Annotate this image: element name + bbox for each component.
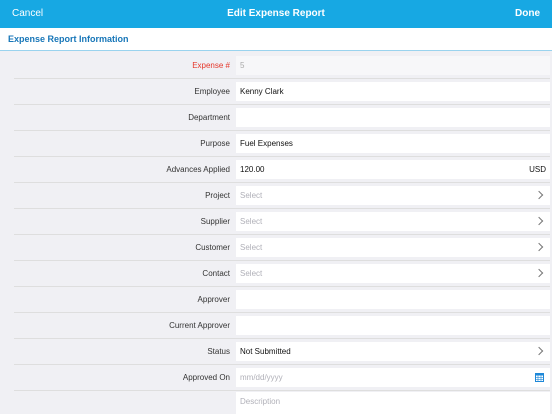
description-placeholder: Description <box>240 397 281 406</box>
calendar-icon[interactable] <box>535 373 544 382</box>
current-approver-field[interactable] <box>236 316 550 335</box>
advances-applied-field[interactable]: 120.00 USD <box>236 160 550 179</box>
row-supplier: Supplier Select <box>14 209 550 235</box>
project-label: Project <box>205 191 230 200</box>
project-placeholder: Select <box>240 191 263 200</box>
row-purpose: Purpose Fuel Expenses <box>14 131 550 157</box>
approved-on-field[interactable]: mm/dd/yyyy <box>236 368 550 387</box>
chevron-right-icon <box>534 190 544 200</box>
row-current-approver: Current Approver <box>14 313 550 339</box>
row-status: Status Not Submitted <box>14 339 550 365</box>
approved-on-placeholder: mm/dd/yyyy <box>240 373 283 382</box>
advances-applied-label: Advances Applied <box>166 165 230 174</box>
section-title: Expense Report Information <box>8 34 129 44</box>
row-project: Project Select <box>14 183 550 209</box>
form: Expense # 5 Employee Kenny Clark Departm… <box>14 53 550 414</box>
current-approver-label: Current Approver <box>169 321 230 330</box>
employee-label: Employee <box>194 87 230 96</box>
employee-field[interactable]: Kenny Clark <box>236 82 550 101</box>
advances-applied-value: 120.00 <box>240 165 265 174</box>
row-contact: Contact Select <box>14 261 550 287</box>
contact-select[interactable]: Select <box>236 264 550 283</box>
chevron-right-icon <box>534 242 544 252</box>
row-approved-on: Approved On mm/dd/yyyy <box>14 365 550 391</box>
section-header: Expense Report Information <box>0 28 552 51</box>
chevron-right-icon <box>534 346 544 356</box>
status-value: Not Submitted <box>240 347 291 356</box>
contact-label: Contact <box>202 269 230 278</box>
project-select[interactable]: Select <box>236 186 550 205</box>
supplier-label: Supplier <box>200 217 230 226</box>
approver-field[interactable] <box>236 290 550 309</box>
customer-placeholder: Select <box>240 243 263 252</box>
row-expense-number: Expense # 5 <box>14 53 550 79</box>
chevron-right-icon <box>534 268 544 278</box>
approver-label: Approver <box>197 295 230 304</box>
row-department: Department <box>14 105 550 131</box>
cancel-button[interactable]: Cancel <box>12 0 43 28</box>
currency-unit: USD <box>529 165 546 174</box>
expense-number-label: Expense # <box>192 61 230 70</box>
description-field[interactable]: Description <box>236 392 550 414</box>
status-select[interactable]: Not Submitted <box>236 342 550 361</box>
supplier-placeholder: Select <box>240 217 263 226</box>
approved-on-label: Approved On <box>182 373 230 382</box>
department-field[interactable] <box>236 108 550 127</box>
supplier-select[interactable]: Select <box>236 212 550 231</box>
done-button[interactable]: Done <box>515 0 540 28</box>
row-customer: Customer Select <box>14 235 550 261</box>
purpose-field[interactable]: Fuel Expenses <box>236 134 550 153</box>
row-advances-applied: Advances Applied 120.00 USD <box>14 157 550 183</box>
status-label: Status <box>207 347 230 356</box>
customer-label: Customer <box>195 243 230 252</box>
row-approver: Approver <box>14 287 550 313</box>
page-title: Edit Expense Report <box>227 8 325 19</box>
department-label: Department <box>188 113 230 122</box>
purpose-label: Purpose <box>200 139 230 148</box>
chevron-right-icon <box>534 216 544 226</box>
row-employee: Employee Kenny Clark <box>14 79 550 105</box>
form-area: Expense # 5 Employee Kenny Clark Departm… <box>0 51 552 414</box>
contact-placeholder: Select <box>240 269 263 278</box>
customer-select[interactable]: Select <box>236 238 550 257</box>
expense-number-field: 5 <box>236 56 550 75</box>
nav-bar: Cancel Edit Expense Report Done <box>0 0 552 28</box>
